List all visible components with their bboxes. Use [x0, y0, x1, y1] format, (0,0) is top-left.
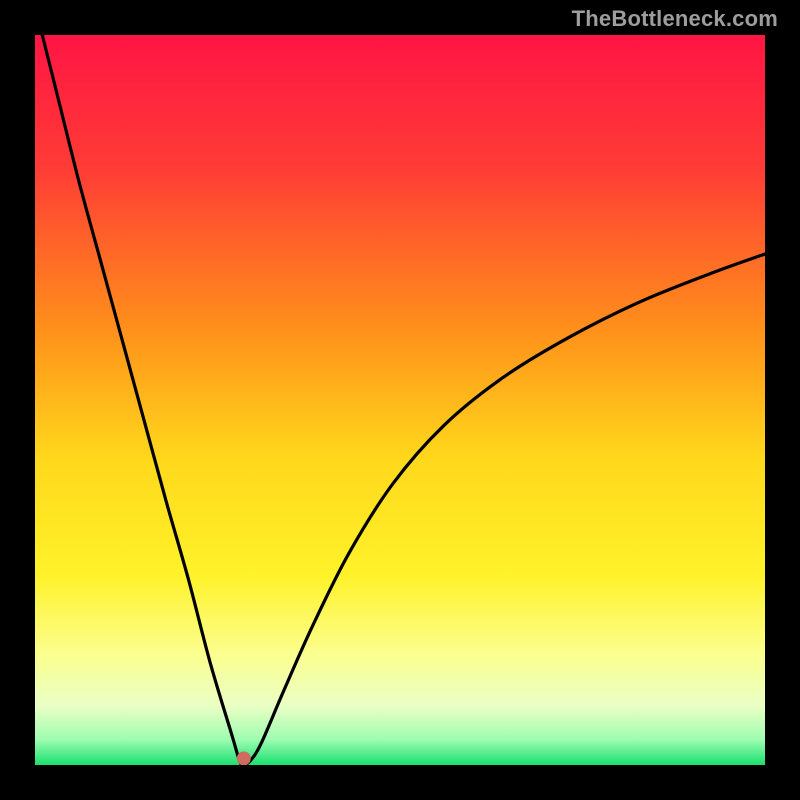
chart-svg [35, 35, 765, 765]
plot-area [35, 35, 765, 765]
gradient-background [35, 35, 765, 765]
chart-frame: TheBottleneck.com [0, 0, 800, 800]
watermark-text: TheBottleneck.com [572, 6, 778, 32]
optimal-point-marker [237, 751, 251, 765]
